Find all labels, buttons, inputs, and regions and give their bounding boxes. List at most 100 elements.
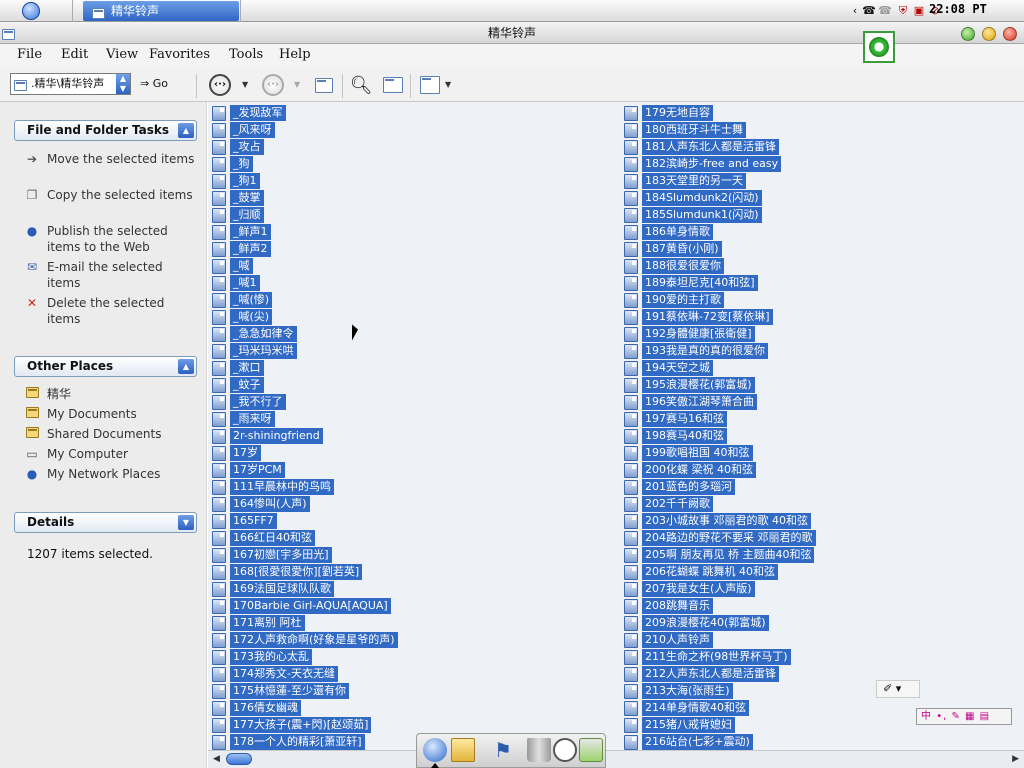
- forward-dropdown-icon[interactable]: ▼: [294, 80, 300, 89]
- maximize-button[interactable]: [961, 27, 975, 41]
- menu-file[interactable]: File: [17, 47, 42, 62]
- panel-title: Details: [27, 515, 75, 529]
- back-dropdown-icon[interactable]: ▼: [242, 80, 248, 89]
- file-folder-tasks-panel: File and Folder Tasks ▲ ➔ Move the selec…: [14, 120, 197, 331]
- phone-dim-icon[interactable]: ☎: [878, 3, 892, 18]
- menu-view[interactable]: View: [106, 47, 138, 62]
- audio-file-icon: [212, 259, 226, 274]
- ime-toolbar[interactable]: 中 •, ✎ ▦ ▤: [916, 708, 1012, 725]
- trash-icon[interactable]: [527, 738, 551, 762]
- audio-file-icon: [624, 531, 638, 546]
- views-button[interactable]: [417, 72, 443, 98]
- close-button[interactable]: [1003, 27, 1017, 41]
- clock-app-icon[interactable]: [553, 738, 577, 762]
- expand-chevron-icon[interactable]: ▼: [178, 515, 194, 530]
- mouse-cursor: [352, 324, 358, 342]
- address-dropdown-icon[interactable]: ▲ ▼: [116, 74, 130, 94]
- file-name: 192身體健康[張衛健]: [642, 326, 755, 342]
- audio-file-icon: [624, 412, 638, 427]
- ime-punct-icon[interactable]: •,: [936, 711, 947, 722]
- forward-button[interactable]: ‹·›: [260, 72, 286, 98]
- views-icon: [420, 76, 440, 94]
- file-folder-tasks-header[interactable]: File and Folder Tasks ▲: [14, 120, 197, 141]
- menu-edit[interactable]: Edit: [61, 47, 88, 62]
- audio-file-icon: [212, 565, 226, 580]
- audio-file-icon: [624, 123, 638, 138]
- audio-file-icon: [624, 548, 638, 563]
- audio-file-icon: [624, 259, 638, 274]
- file-name: 202千千阙歌: [642, 496, 713, 512]
- go-button[interactable]: ⇒ Go: [140, 77, 168, 90]
- collapse-chevron-icon[interactable]: ▲: [178, 359, 194, 374]
- audio-file-icon: [624, 361, 638, 376]
- back-button[interactable]: ‹·›: [207, 72, 233, 98]
- place-my-computer[interactable]: ▭ My Computer: [14, 446, 197, 466]
- audio-file-icon: [624, 157, 638, 172]
- folders-button[interactable]: [380, 72, 406, 98]
- place-my-network[interactable]: ● My Network Places: [14, 466, 197, 486]
- collapse-chevron-icon[interactable]: ▲: [178, 123, 194, 138]
- ime-menu-icon[interactable]: ▤: [980, 711, 990, 722]
- task-move-selected[interactable]: ➔ Move the selected items: [14, 151, 197, 187]
- file-list-view[interactable]: _发现敌军 _风来呀 _攻占 _狗 _狗1 _鼓掌 _归顺 _鲜声1 _鲜声2 _喊 _喊1 _喊(惨…: [208, 102, 1024, 750]
- audio-file-icon: [624, 633, 638, 648]
- file-name: 210人声铃声: [642, 632, 713, 648]
- ime-pen-icon[interactable]: ✎: [951, 711, 960, 722]
- network-status-icon[interactable]: ▣: [912, 3, 926, 18]
- scroll-thumb[interactable]: [226, 753, 252, 765]
- audio-file-icon: [624, 429, 638, 444]
- go-label: Go: [152, 77, 168, 90]
- views-dropdown-icon[interactable]: ▼: [445, 80, 451, 89]
- file-name: 191蔡依琳-72变[蔡依琳]: [642, 309, 773, 325]
- file-name: _蚊子: [230, 377, 264, 393]
- task-delete-selected[interactable]: ✕ Delete the selected items: [14, 295, 197, 331]
- chevron-left-icon[interactable]: ‹: [848, 3, 862, 18]
- menu-help[interactable]: Help: [279, 47, 311, 62]
- task-button-active-window[interactable]: 精华铃声: [83, 1, 239, 21]
- move-icon: ➔: [26, 152, 38, 166]
- scroll-left-icon[interactable]: ◀: [213, 754, 220, 764]
- file-name: 186单身情歌: [642, 224, 713, 240]
- task-pane: File and Folder Tasks ▲ ➔ Move the selec…: [0, 102, 207, 768]
- phone-icon[interactable]: ☎: [862, 3, 876, 18]
- place-shared-documents[interactable]: Shared Documents: [14, 426, 197, 446]
- file-name: 2r-shiningfriend: [230, 428, 323, 444]
- audio-file-icon: [212, 650, 226, 665]
- address-combo[interactable]: .精华\精华铃声 ▲ ▼: [10, 73, 131, 95]
- other-places-header[interactable]: Other Places ▲: [14, 356, 197, 377]
- search-button[interactable]: 🔍︎: [348, 72, 374, 98]
- place-my-documents[interactable]: My Documents: [14, 406, 197, 426]
- up-folder-button[interactable]: [311, 72, 337, 98]
- details-header[interactable]: Details ▼: [14, 512, 197, 533]
- audio-file-icon: [624, 395, 638, 410]
- file-name: 211生命之杯(98世界杯马丁): [642, 649, 791, 665]
- file-name: _鼓掌: [230, 190, 264, 206]
- task-copy-selected[interactable]: ❐ Copy the selected items: [14, 187, 197, 223]
- back-arrow-icon: ‹·›: [209, 74, 231, 96]
- menu-tools[interactable]: Tools: [229, 47, 263, 62]
- horizontal-scrollbar[interactable]: ◀ ▶: [208, 750, 1024, 768]
- browser-icon[interactable]: [423, 738, 447, 762]
- flag-icon[interactable]: ⚑: [491, 738, 515, 762]
- file-manager-icon[interactable]: [451, 738, 475, 762]
- task-publish-web[interactable]: ● Publish the selected items to the Web: [14, 223, 197, 259]
- menu-favorites[interactable]: Favorites: [149, 47, 210, 62]
- audio-file-icon: [624, 667, 638, 682]
- refresh-icon[interactable]: [863, 31, 895, 63]
- shield-icon[interactable]: ⛨: [896, 3, 910, 18]
- ime-keyboard-icon[interactable]: ▦: [965, 711, 975, 722]
- clock[interactable]: 22:08 PT: [929, 2, 987, 16]
- ime-chinese-icon[interactable]: 中: [921, 711, 932, 722]
- place-jinghua[interactable]: 精华: [14, 386, 197, 406]
- scroll-right-icon[interactable]: ▶: [1012, 754, 1019, 764]
- task-email-selected[interactable]: ✉ E-mail the selected items: [14, 259, 197, 295]
- ime-toggle[interactable]: ✐ ▾: [876, 680, 920, 698]
- place-label: My Computer: [47, 447, 128, 461]
- go-arrow-icon: ⇒: [140, 77, 150, 90]
- audio-file-icon: [212, 701, 226, 716]
- main-menu-icon[interactable]: [22, 2, 40, 20]
- globe-icon: ●: [26, 224, 38, 238]
- power-icon[interactable]: [579, 738, 603, 762]
- running-indicator: [431, 763, 439, 768]
- minimize-button[interactable]: [982, 27, 996, 41]
